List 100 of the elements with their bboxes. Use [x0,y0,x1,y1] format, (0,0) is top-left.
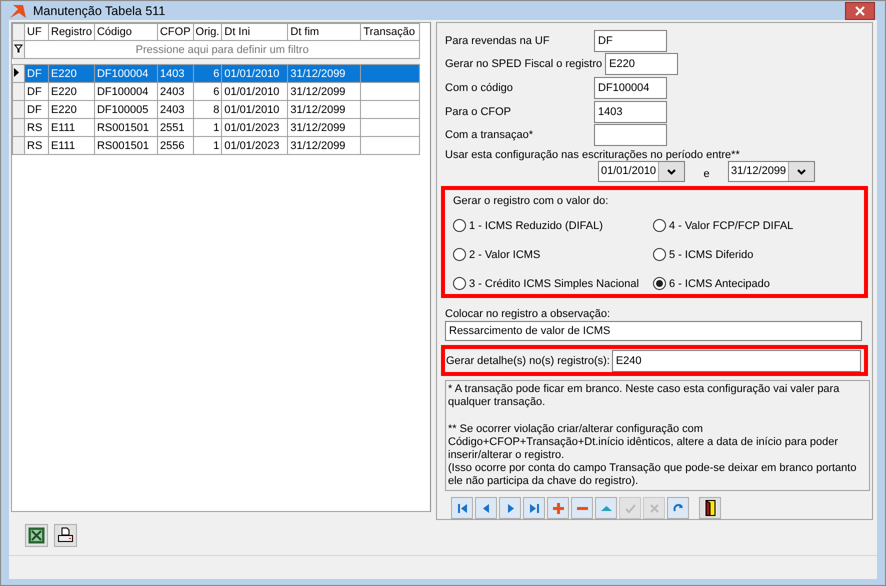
table-cell: 1 [193,118,222,136]
text-field[interactable]: DF100004 [594,77,667,100]
table-cell: 31/12/2099 [288,136,361,154]
column-header[interactable]: Registro [48,24,94,40]
table-cell: 2556 [157,136,194,154]
column-header[interactable]: Transação [360,24,420,40]
group-title: Gerar o registro com o valor do: [453,195,610,208]
column-header[interactable]: Dt fim [288,24,361,40]
table-cell: 1 [193,136,222,154]
table-cell: 2551 [157,118,194,136]
text-field[interactable]: 1403 [594,100,667,123]
column-header[interactable]: Orig. [193,24,222,40]
table-cell: E111 [48,136,94,154]
printer-icon [57,527,74,544]
note-text: * A transação pode ficar em branco. Neste caso esta configuração vai valer para qualquer transação. [448,383,840,410]
table-cell: E220 [48,64,94,82]
excel-export-button[interactable] [25,524,48,547]
delete-button[interactable] [571,497,593,520]
chevron-down-icon [797,168,806,175]
date-dropdown[interactable]: 31/12/2099 [728,161,815,182]
field-label: Com a transaçao* [444,129,534,142]
close-button[interactable] [845,2,875,20]
spreadsheet-icon [28,527,45,544]
text-field[interactable]: DF [594,30,667,52]
table-cell: 01/01/2010 [222,100,288,118]
close-icon [855,6,865,16]
table-cell: 01/01/2023 [222,118,288,136]
table-cell: E111 [48,118,94,136]
option-label[interactable]: 5 - ICMS Diferido [669,248,754,261]
option-label[interactable]: 6 - ICMS Antecipado [669,278,770,290]
separator-label: e [702,166,711,180]
field-label: Usar esta configuração nas escriturações no período entre** [444,148,741,162]
table-cell: 31/12/2099 [288,118,361,136]
field-label: Gerar no SPED Fiscal o registro [444,58,604,70]
column-header[interactable]: Dt Ini [222,24,288,40]
print-button[interactable] [54,524,77,547]
table-cell: RS [24,118,48,136]
option-label[interactable]: 3 - Crédito ICMS Simples Nacional [469,278,639,290]
option-label[interactable]: 1 - ICMS Reduzido (DIFAL) [469,220,603,232]
table-cell: DF100004 [94,64,158,82]
option-label[interactable]: 4 - Valor FCP/FCP DIFAL [669,220,794,232]
edit-button[interactable] [595,497,617,520]
table-cell: 31/12/2099 [288,82,361,100]
table-cell: 8 [193,100,222,118]
chevron-down-icon [667,168,676,175]
table-cell: RS001501 [94,136,158,154]
refresh-button[interactable] [667,497,689,520]
next-button[interactable] [499,497,521,520]
table-cell: RS001501 [94,118,158,136]
table-cell: 31/12/2099 [288,100,361,118]
first-button[interactable] [451,497,473,520]
table-cell: E220 [48,82,94,100]
table-cell: 2403 [157,100,194,118]
column-header[interactable]: UF [24,24,48,40]
text-field[interactable]: Ressarcimento de valor de ICMS [445,321,862,342]
check-icon [624,502,636,515]
table-cell: E220 [48,100,94,118]
table-cell: DF [24,64,48,82]
date-dropdown[interactable]: 01/01/2010 [598,161,685,182]
note-text: ** Se ocorrer violação criar/alterar configuração com Código+CFOP+Transação+Dt.início idênticos, altere a data de início para poder inserir/alterar o registro. (Isso ocorre por conta do campo Transação que pode-se deixar em branco portanto ele não participa da chave do registro). [448,423,858,488]
window-title: Manutenção Tabela 511 [33,4,166,18]
option-label[interactable]: 2 - Valor ICMS [469,248,540,261]
radio-button[interactable] [653,248,666,262]
radio-button[interactable] [453,219,466,232]
table-cell: DF100005 [94,100,158,118]
radio-button[interactable] [653,219,666,232]
field-label: Colocar no registro a observação: [444,307,612,322]
table-cell: RS [24,136,48,154]
field-label: Para o CFOP [444,106,512,118]
table-cell: 6 [193,64,222,82]
table-cell: 6 [193,82,222,100]
text-field[interactable]: E220 [605,53,678,76]
plus-icon [552,502,564,515]
table-cell: 1403 [157,64,194,82]
table-cell: 01/01/2023 [222,136,288,154]
last-record-icon [528,502,540,515]
field-label: Gerar detalhe(s) no(s) registro(s): [446,354,610,367]
column-header[interactable]: Código [94,24,158,40]
exit-button[interactable] [699,497,721,520]
table-cell: 31/12/2099 [288,64,361,82]
radio-button[interactable] [453,248,466,262]
x-icon [648,502,660,515]
radio-button[interactable] [453,277,466,290]
add-button[interactable] [547,497,569,520]
door-icon [704,500,716,516]
text-field[interactable] [594,124,667,146]
column-header[interactable]: CFOP [157,24,194,40]
table-cell: 01/01/2010 [222,82,288,100]
first-record-icon [456,502,468,515]
radio-button[interactable] [653,277,666,290]
table-cell: DF [24,82,48,100]
table-cell: DF100004 [94,82,158,100]
field-label: Para revendas na UF [444,34,551,47]
filter-icon [14,44,23,52]
previous-button[interactable] [475,497,497,520]
table-cell: DF [24,100,48,118]
table-cell: 2403 [157,82,194,100]
text-field[interactable]: E240 [612,350,861,372]
field-label: Com o código [444,82,514,94]
last-button[interactable] [523,497,545,520]
